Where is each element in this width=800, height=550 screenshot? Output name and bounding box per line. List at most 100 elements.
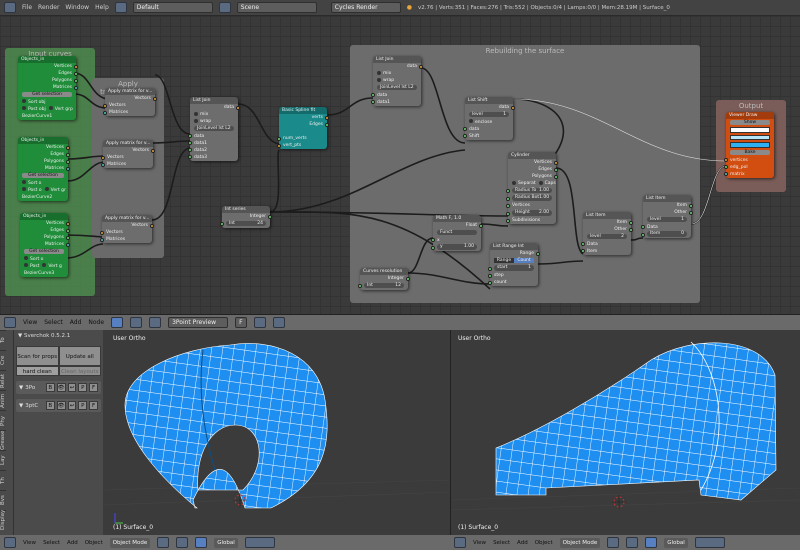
node-shift[interactable]: List Shift data level 1 enclose data Shift — [463, 97, 515, 140]
socket[interactable] — [536, 251, 540, 256]
node-join2[interactable]: List Join data mix wrap JoinLevel lst L2 data… — [371, 56, 423, 106]
socket[interactable] — [220, 222, 224, 227]
checkbox[interactable] — [42, 263, 47, 268]
add-tree-icon[interactable] — [253, 317, 266, 328]
checkbox[interactable] — [24, 256, 28, 261]
socket[interactable] — [188, 148, 192, 153]
shading-icon[interactable] — [157, 537, 170, 548]
node-title[interactable]: List Shift — [465, 97, 513, 104]
fake-user-toggle[interactable]: F — [89, 401, 98, 410]
socket[interactable] — [358, 284, 362, 289]
node-viewer[interactable]: Viewer Draw Show Bake vertices edg_pol matrix — [724, 112, 774, 178]
orientation-select[interactable]: Global — [214, 537, 238, 548]
update-all-button[interactable]: Update all — [58, 346, 101, 366]
node-title[interactable]: Basic Spline fit — [279, 107, 327, 114]
socket[interactable] — [724, 172, 728, 177]
socket[interactable] — [268, 214, 272, 219]
node-field[interactable]: y 1.00 — [437, 244, 477, 250]
update-toggle[interactable]: ↩ — [67, 401, 77, 410]
socket[interactable] — [153, 96, 157, 101]
layout-icon[interactable] — [114, 2, 127, 13]
node-editor[interactable]: Input curves Apply transformations Rebui… — [0, 16, 800, 314]
node-title[interactable]: List Join — [190, 97, 238, 104]
node-title[interactable]: Viewer Draw — [726, 112, 774, 119]
node-res[interactable]: Curves resolution Integer Int 12 — [358, 268, 410, 290]
tab-anim[interactable]: Anim — [0, 390, 6, 410]
checkbox[interactable] — [377, 77, 381, 82]
node-button[interactable]: Show — [730, 119, 770, 126]
menu-select[interactable]: Select — [44, 319, 63, 326]
node-button[interactable]: Get selection — [22, 172, 64, 179]
tab-relat[interactable]: Relat — [0, 370, 6, 390]
node-title[interactable]: Apply matrix for v... — [102, 215, 152, 222]
socket[interactable] — [406, 276, 410, 281]
editor-type-icon[interactable] — [4, 2, 16, 13]
shader-tree-icon[interactable] — [130, 317, 143, 328]
socket[interactable] — [689, 210, 693, 215]
menu-object[interactable]: Object — [85, 540, 103, 546]
socket[interactable] — [66, 242, 70, 247]
node-field[interactable]: level 1 — [469, 111, 509, 118]
node-button[interactable]: Bake — [730, 149, 770, 156]
menu-file[interactable]: File — [22, 4, 32, 11]
hard-clean-button[interactable]: hard clean — [16, 366, 59, 376]
node-field[interactable]: JoinLevel lst L2 — [194, 125, 234, 132]
node-field[interactable]: level 1 — [647, 216, 687, 223]
menu-render[interactable]: Render — [38, 4, 59, 11]
node-spline[interactable]: Basic Spline fit verts Edges num_verts vert_… — [277, 107, 329, 149]
socket[interactable] — [511, 105, 515, 110]
checkbox[interactable] — [48, 106, 53, 111]
compositor-icon[interactable] — [149, 317, 162, 328]
pivot-icon[interactable] — [176, 537, 189, 548]
socket[interactable] — [479, 223, 483, 228]
socket[interactable] — [629, 220, 633, 225]
node-field[interactable]: JoinLevel lst L2 — [377, 84, 417, 91]
node-title[interactable]: Int series — [222, 206, 270, 213]
node-field[interactable]: Int 12 — [364, 282, 404, 289]
checkbox[interactable] — [538, 180, 543, 185]
pivot-icon[interactable] — [626, 537, 639, 548]
socket[interactable] — [581, 249, 585, 254]
menu-add[interactable]: Add — [517, 540, 528, 546]
socket[interactable] — [463, 127, 467, 132]
socket[interactable] — [463, 134, 467, 139]
manipulator-icon[interactable] — [195, 537, 208, 548]
expand-icon[interactable]: ▼ — [19, 403, 23, 409]
socket[interactable] — [554, 174, 558, 179]
node-field[interactable]: Radius Bot 1.00 — [512, 195, 552, 201]
socket[interactable] — [103, 103, 107, 108]
node-title[interactable]: List Item — [643, 195, 691, 202]
show-toggle[interactable]: 👁 — [56, 383, 66, 392]
node-apply3[interactable]: Apply matrix for v... Vectors Vectors Matri… — [100, 215, 154, 243]
panel-title[interactable]: ▼ Sverchok 0.5.2.1 — [14, 330, 103, 342]
socket[interactable] — [66, 235, 70, 240]
socket[interactable] — [641, 232, 645, 237]
node-title[interactable]: Cylinder — [508, 152, 556, 159]
expand-icon[interactable]: ▼ — [19, 385, 23, 391]
socket[interactable] — [74, 71, 78, 76]
socket[interactable] — [488, 273, 492, 278]
socket[interactable] — [66, 152, 70, 157]
node-title[interactable]: Objects_in — [18, 56, 76, 63]
menu-add[interactable]: Add — [70, 319, 82, 326]
layout-select[interactable]: Default — [132, 2, 213, 13]
node-title[interactable]: List Item — [583, 212, 631, 219]
checkbox[interactable] — [194, 118, 198, 123]
snap-icon[interactable] — [272, 317, 285, 328]
node-join1[interactable]: List Join data mix wrap JoinLevel lst L2 data… — [188, 97, 240, 161]
shading-icon[interactable] — [607, 537, 620, 548]
tab-phy[interactable]: Phy — [0, 410, 6, 430]
socket[interactable] — [236, 105, 240, 110]
node-title[interactable]: Math F, 1.0 — [433, 215, 481, 222]
node-title[interactable]: Apply matrix for v... — [103, 140, 153, 147]
tab-display[interactable]: Display — [0, 510, 6, 530]
node-objin3[interactable]: Objects_in Vertices Edges Polygons Matrices G… — [20, 213, 70, 277]
layers-icon[interactable] — [694, 537, 725, 548]
socket[interactable] — [101, 155, 105, 160]
socket[interactable] — [74, 78, 78, 83]
node-cyl[interactable]: Cylinder Vertices Edges Polygons Separat Caps… — [506, 152, 558, 225]
toggle-option[interactable]: Count — [514, 257, 534, 264]
tree-name[interactable]: 3Po — [25, 385, 44, 391]
socket[interactable] — [74, 64, 78, 69]
socket[interactable] — [101, 162, 105, 167]
